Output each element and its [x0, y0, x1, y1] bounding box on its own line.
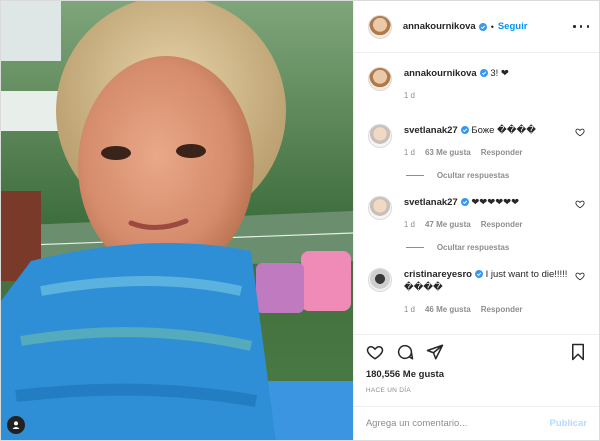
post-time-ago: HACE UN DÍA — [365, 387, 412, 394]
post-actions: 180,556 Me gusta HACE UN DÍA — [353, 334, 599, 406]
reply-button[interactable]: Responder — [481, 303, 523, 316]
commenter-username[interactable]: svetlanak27 — [404, 125, 458, 136]
photo-illustration — [1, 1, 353, 440]
comment-input[interactable]: Agrega un comentario... — [366, 418, 467, 429]
caption-text: 3! ❤ — [490, 68, 509, 79]
instagram-post: annakournikova • Seguir annakournikova 3… — [0, 0, 600, 441]
share-send-icon[interactable] — [426, 343, 444, 361]
comment-item: svetlanak27 Боже ���� 1 d 63 Me gusta Re… — [367, 124, 585, 159]
comment-item: svetlanak27 ❤❤❤❤❤❤ 1 d 47 Me gusta Respo… — [367, 196, 585, 231]
commenter-username[interactable]: cristinareyesro — [404, 269, 472, 280]
comment-text: ❤❤❤❤❤❤ — [471, 197, 520, 208]
commenter-avatar[interactable] — [367, 196, 392, 220]
caption: annakournikova 3! ❤ 1 d — [367, 67, 585, 102]
post-sidebar: annakournikova • Seguir annakournikova 3… — [352, 1, 599, 440]
verified-badge-icon — [460, 198, 469, 206]
comment-time: 1 d — [403, 220, 415, 229]
commenter-username[interactable]: svetlanak27 — [404, 197, 458, 208]
more-options-icon[interactable] — [573, 22, 589, 32]
author-username[interactable]: annakournikova — [403, 21, 476, 32]
post-header: annakournikova • Seguir — [353, 1, 599, 53]
add-comment-bar: Agrega un comentario... Publicar — [353, 406, 599, 440]
commenter-avatar[interactable] — [367, 268, 392, 292]
comment-text: Боже ���� — [471, 125, 536, 136]
tagged-user-icon[interactable] — [7, 416, 25, 434]
caption-username[interactable]: annakournikova — [404, 68, 477, 79]
verified-badge-icon — [479, 69, 488, 77]
like-comment-heart-icon[interactable] — [575, 271, 585, 281]
like-comment-heart-icon[interactable] — [575, 199, 585, 209]
comment-time: 1 d — [403, 148, 415, 157]
comments-list: annakournikova 3! ❤ 1 d svetlanak27 Боже… — [354, 53, 599, 334]
like-heart-icon[interactable] — [366, 343, 384, 361]
author-avatar[interactable] — [367, 14, 392, 39]
header-separator: • — [490, 21, 494, 32]
post-photo[interactable] — [1, 1, 353, 440]
comment-bubble-icon[interactable] — [396, 343, 414, 361]
comment-likes[interactable]: 63 Me gusta — [425, 146, 471, 159]
verified-badge-icon — [474, 270, 483, 278]
comment-time: 1 d — [403, 305, 415, 314]
follow-button[interactable]: Seguir — [498, 21, 528, 32]
likes-count[interactable]: 180,556 Me gusta — [366, 369, 587, 380]
reply-button[interactable]: Responder — [481, 218, 523, 231]
comment-likes[interactable]: 47 Me gusta — [425, 218, 471, 231]
comment-likes[interactable]: 46 Me gusta — [425, 303, 471, 316]
verified-badge-icon — [460, 126, 469, 134]
hide-replies-toggle[interactable]: Ocultar respuestas — [405, 171, 585, 180]
comment-item: cristinareyesro I just want to die!!!!! … — [367, 268, 585, 316]
publish-button[interactable]: Publicar — [550, 418, 588, 429]
hide-replies-toggle[interactable]: Ocultar respuestas — [405, 243, 585, 252]
caption-time: 1 d — [403, 91, 415, 100]
caption-avatar[interactable] — [367, 67, 392, 91]
like-comment-heart-icon[interactable] — [575, 127, 585, 137]
commenter-avatar[interactable] — [367, 124, 392, 148]
reply-button[interactable]: Responder — [481, 146, 523, 159]
save-bookmark-icon[interactable] — [569, 343, 587, 361]
verified-badge-icon — [478, 22, 487, 31]
